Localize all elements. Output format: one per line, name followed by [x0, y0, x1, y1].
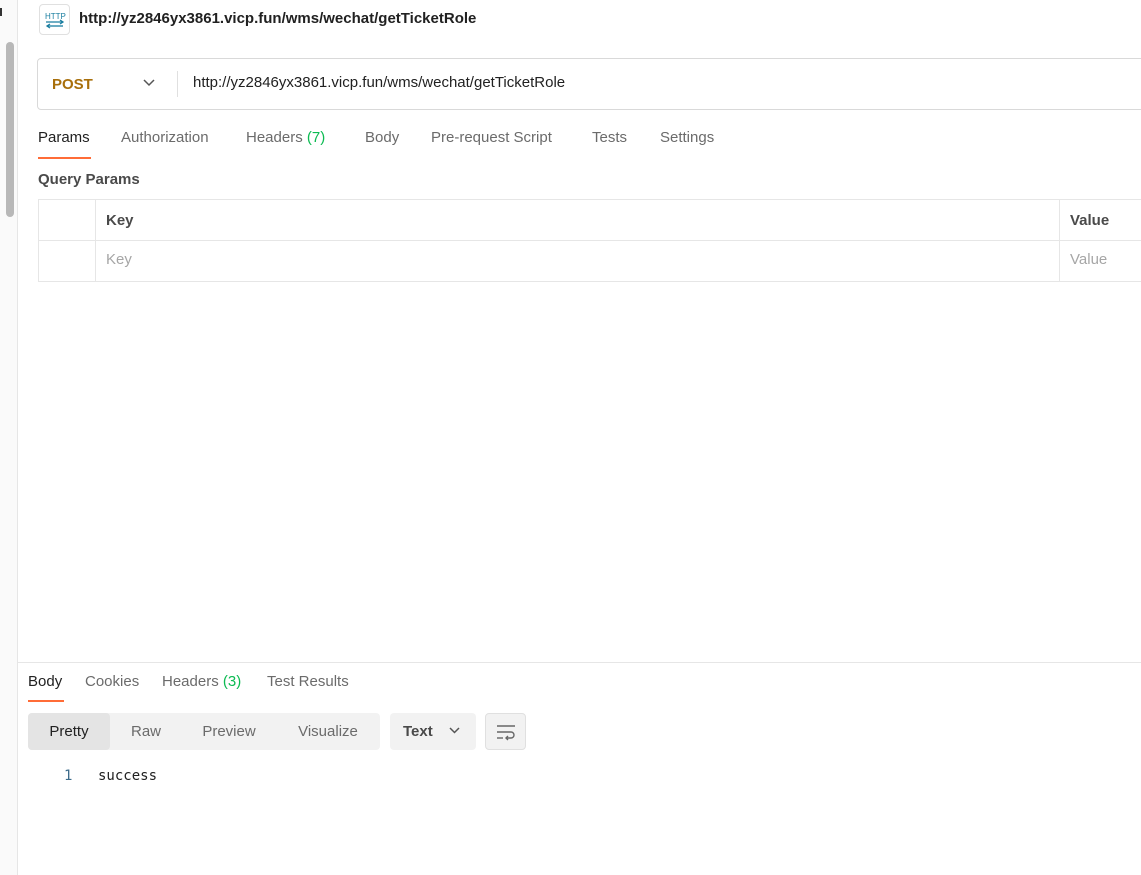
- table-header-row: [39, 200, 1141, 241]
- method-select[interactable]: POST: [38, 59, 178, 109]
- active-tab-indicator: [38, 157, 91, 159]
- response-view-switcher: Pretty Raw Preview Visualize: [28, 713, 380, 750]
- url-bar: POST http://yz2846yx3861.vicp.fun/wms/we…: [37, 58, 1141, 110]
- http-icon-text: HTTP: [45, 12, 66, 21]
- value-input[interactable]: Value: [1070, 251, 1107, 268]
- tab-tests[interactable]: Tests: [592, 129, 627, 146]
- response-tab-headers[interactable]: Headers (3): [162, 673, 241, 690]
- url-divider: [177, 71, 178, 97]
- line-number: 1: [64, 768, 73, 784]
- request-title[interactable]: http://yz2846yx3861.vicp.fun/wms/wechat/…: [79, 10, 476, 27]
- wrap-lines-icon: [497, 725, 515, 741]
- query-params-label: Query Params: [38, 171, 140, 188]
- postman-request-view: HTTP http://yz2846yx3861.vicp.fun/wms/we…: [0, 0, 1141, 875]
- tab-settings[interactable]: Settings: [660, 129, 714, 146]
- tab-authorization[interactable]: Authorization: [121, 129, 209, 146]
- method-label: POST: [52, 76, 93, 93]
- response-body-line[interactable]: success: [98, 768, 157, 784]
- key-input[interactable]: Key: [106, 251, 132, 268]
- wrap-lines-button[interactable]: [485, 713, 526, 750]
- tab-headers[interactable]: Headers (7): [246, 129, 325, 146]
- view-visualize-button[interactable]: Visualize: [286, 713, 370, 750]
- query-params-table: Key Value Key Value: [38, 199, 1141, 282]
- active-response-tab-indicator: [28, 700, 64, 702]
- view-raw-button[interactable]: Raw: [120, 713, 172, 750]
- response-tab-headers-count: (3): [222, 673, 242, 690]
- response-divider[interactable]: [18, 662, 1141, 663]
- column-divider: [1059, 200, 1060, 281]
- chevron-down-icon: [143, 79, 155, 87]
- tab-headers-label: Headers: [246, 129, 303, 146]
- format-select[interactable]: Text: [390, 713, 476, 750]
- left-scroll-rail: [0, 0, 18, 875]
- response-tab-headers-label: Headers: [162, 673, 219, 690]
- column-divider: [95, 200, 96, 281]
- format-label: Text: [403, 723, 433, 740]
- tab-headers-count: (7): [306, 129, 326, 146]
- rail-marker: [0, 8, 2, 16]
- column-header-key: Key: [106, 212, 134, 229]
- url-input[interactable]: http://yz2846yx3861.vicp.fun/wms/wechat/…: [193, 74, 565, 91]
- tab-pre-request-script[interactable]: Pre-request Script: [431, 129, 552, 146]
- http-arrows-icon: HTTP: [45, 12, 66, 29]
- response-tab-test-results[interactable]: Test Results: [267, 673, 349, 690]
- response-tab-cookies[interactable]: Cookies: [85, 673, 139, 690]
- view-pretty-button[interactable]: Pretty: [28, 713, 110, 750]
- column-header-value: Value: [1070, 212, 1110, 229]
- tab-body[interactable]: Body: [365, 129, 399, 146]
- chevron-down-icon: [449, 727, 460, 734]
- http-request-icon: HTTP: [39, 4, 70, 35]
- scrollbar-thumb[interactable]: [6, 42, 14, 217]
- tab-params[interactable]: Params: [38, 129, 90, 146]
- view-preview-button[interactable]: Preview: [188, 713, 270, 750]
- response-tab-body[interactable]: Body: [28, 673, 62, 690]
